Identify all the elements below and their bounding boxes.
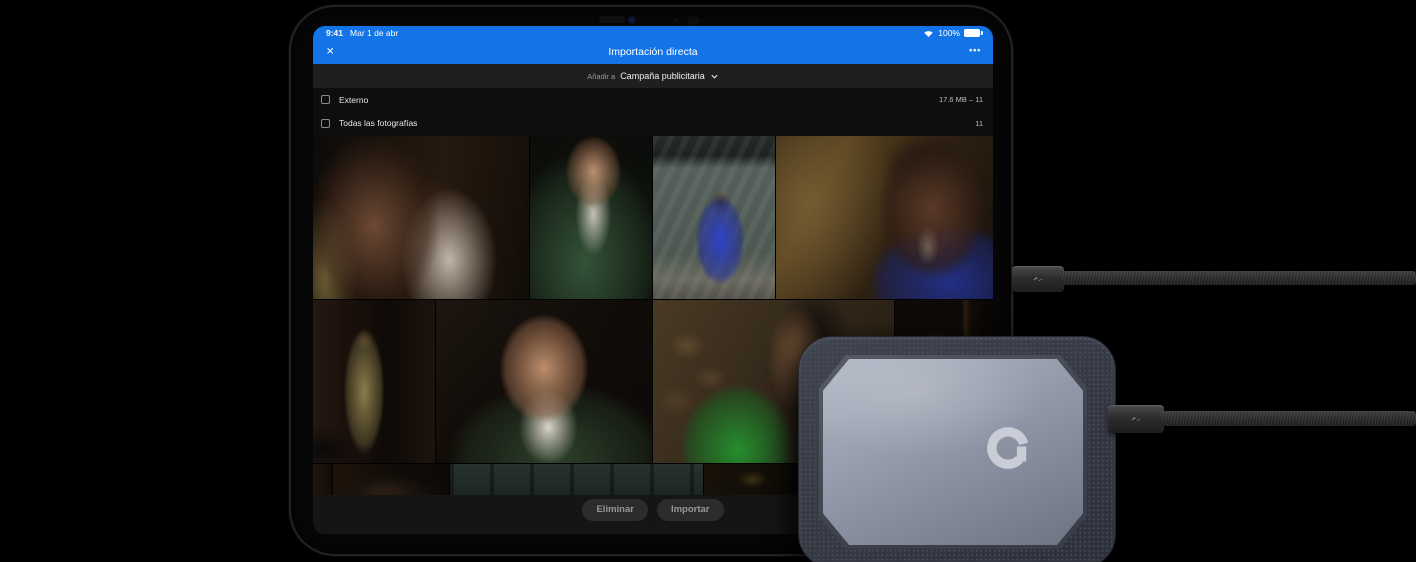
photo-thumbnail[interactable] bbox=[313, 464, 332, 495]
checkbox-externo[interactable] bbox=[321, 95, 330, 104]
camera-ring bbox=[687, 16, 700, 26]
status-right: 100% bbox=[923, 28, 983, 38]
source-row-externo[interactable]: Externo 17.6 MB – 11 bbox=[313, 88, 993, 111]
photo-thumbnail[interactable] bbox=[313, 136, 529, 299]
import-title-bar: ✕ Importación directa ••• bbox=[313, 40, 993, 64]
source-meta: 17.6 MB – 11 bbox=[938, 95, 983, 104]
g-drive-logo-icon bbox=[987, 427, 1029, 469]
more-options-icon[interactable]: ••• bbox=[969, 46, 981, 57]
source-label: Externo bbox=[339, 94, 369, 105]
photo-thumbnail[interactable] bbox=[530, 136, 652, 299]
photo-thumbnail[interactable] bbox=[450, 464, 703, 495]
wifi-icon bbox=[924, 30, 933, 37]
photo-thumbnail[interactable] bbox=[704, 464, 792, 495]
connector-logo-mark bbox=[1132, 417, 1140, 421]
scene: 9:41 Mar 1 de abr 100% ✕ Importación dir… bbox=[0, 0, 1416, 562]
import-button[interactable]: Importar bbox=[656, 499, 724, 521]
clock: 9:41 bbox=[326, 28, 344, 38]
close-icon[interactable]: ✕ bbox=[326, 47, 334, 58]
chevron-down-icon[interactable] bbox=[710, 72, 719, 81]
source-meta: 11 bbox=[975, 118, 983, 128]
ambient-sensor bbox=[675, 19, 678, 22]
delete-button[interactable]: Eliminar bbox=[582, 499, 648, 521]
status-bar: 9:41 Mar 1 de abr 100% bbox=[313, 26, 993, 40]
add-to-bar[interactable]: Añadir a Campaña publicitaria bbox=[313, 64, 993, 88]
checkbox-all-photos[interactable] bbox=[321, 118, 330, 128]
photo-thumbnail[interactable] bbox=[436, 300, 652, 463]
source-row-all-photos[interactable]: Todas las fotografías 11 bbox=[313, 111, 993, 135]
status-left: 9:41 Mar 1 de abr bbox=[326, 28, 398, 38]
usb-cable-top bbox=[1060, 271, 1416, 285]
usb-cable-bottom bbox=[1160, 411, 1416, 426]
usb-c-connector-ssd bbox=[1108, 405, 1164, 433]
ssd-metal-plate bbox=[823, 359, 1083, 545]
external-ssd-drive bbox=[798, 336, 1116, 562]
add-to-label: Añadir a bbox=[587, 71, 616, 81]
battery-percent: 100% bbox=[938, 28, 960, 38]
source-label: Todas las fotografías bbox=[339, 118, 418, 128]
usb-c-connector-ipad bbox=[1012, 266, 1064, 292]
page-title: Importación directa bbox=[608, 46, 698, 58]
photo-grid-row-1 bbox=[313, 136, 993, 299]
photo-thumbnail[interactable] bbox=[776, 136, 993, 299]
front-camera bbox=[629, 17, 635, 23]
speaker-slot bbox=[599, 16, 625, 23]
battery-icon bbox=[964, 29, 983, 37]
connector-logo-mark bbox=[1034, 277, 1042, 281]
photo-thumbnail[interactable] bbox=[653, 136, 775, 299]
photo-thumbnail[interactable] bbox=[313, 300, 435, 463]
photo-thumbnail[interactable] bbox=[333, 464, 449, 495]
date: Mar 1 de abr bbox=[350, 28, 399, 38]
album-selector[interactable]: Campaña publicitaria bbox=[620, 71, 705, 81]
